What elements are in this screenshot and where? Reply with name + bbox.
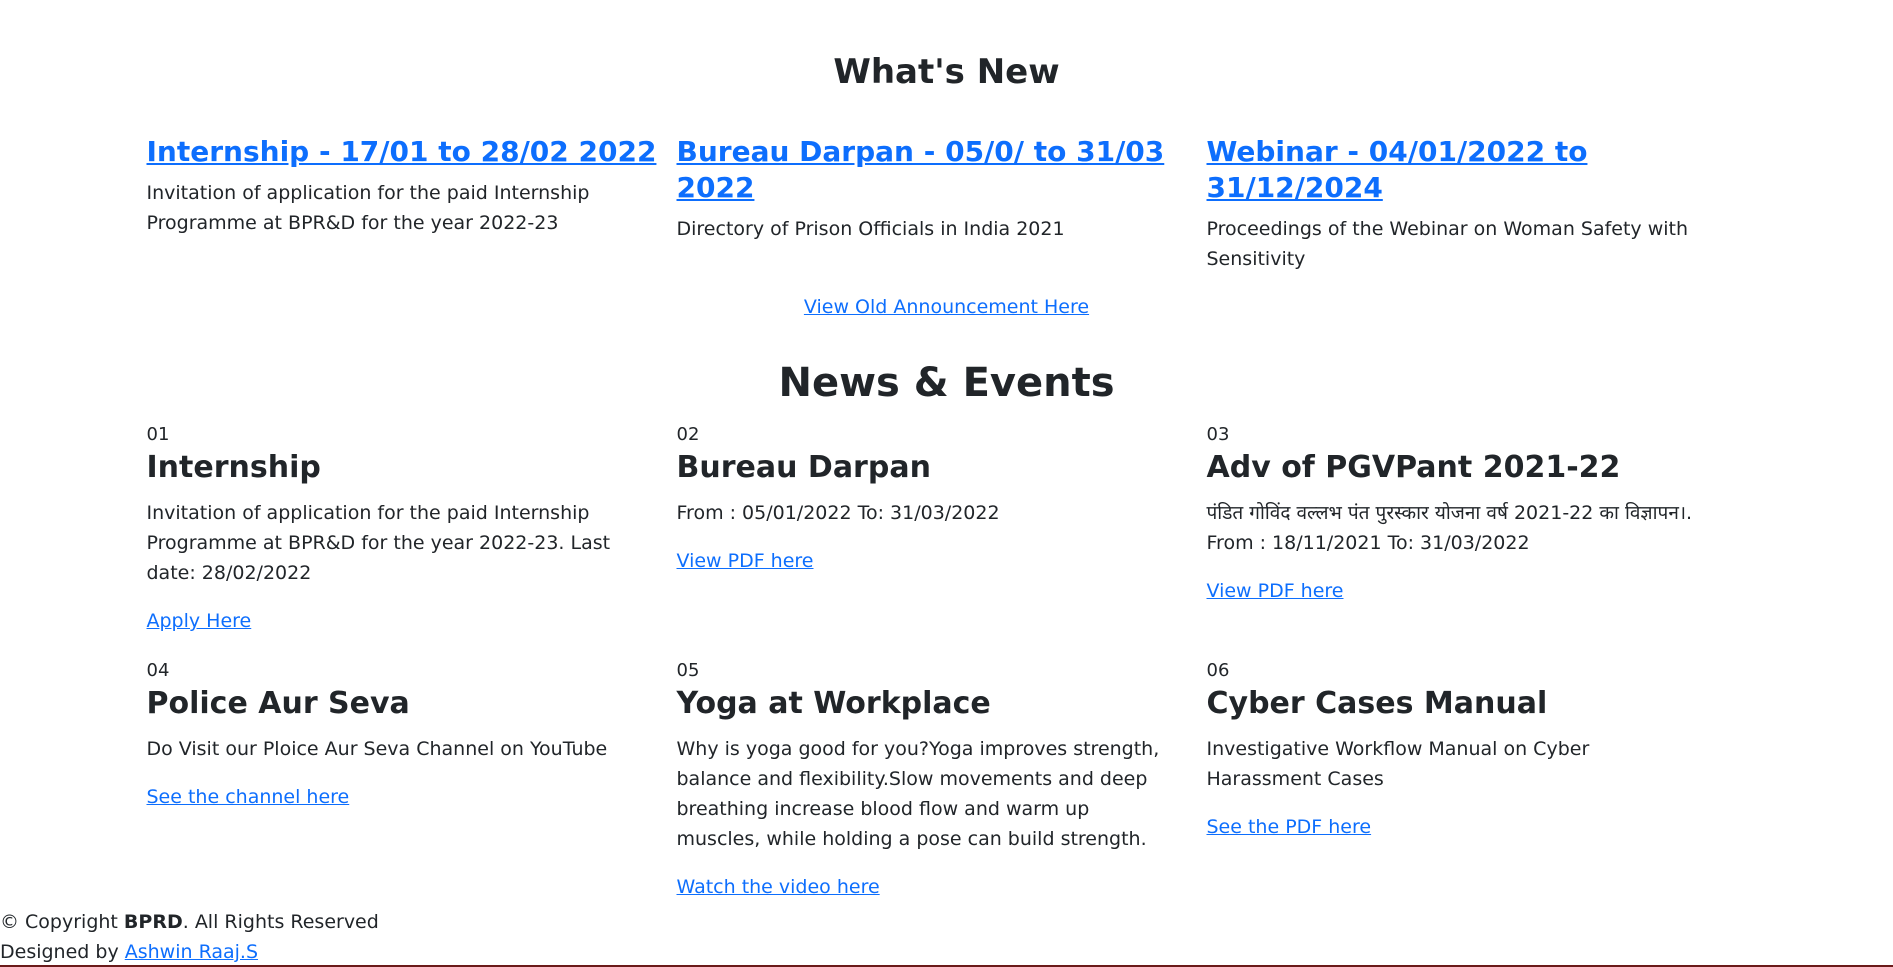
designer-link[interactable]: Ashwin Raaj.S: [125, 941, 258, 963]
whats-new-title: What's New: [833, 52, 1060, 92]
copyright-prefix: © Copyright: [0, 911, 124, 933]
copyright-line: © Copyright BPRD. All Rights Reserved: [0, 907, 379, 937]
view-pdf-link-bureau-darpan[interactable]: View PDF here: [677, 550, 814, 572]
apply-here-link[interactable]: Apply Here: [147, 610, 252, 632]
copyright-suffix: . All Rights Reserved: [182, 911, 379, 933]
site-footer: © Copyright BPRD. All Rights Reserved De…: [0, 907, 379, 967]
whats-new-item-webinar: Webinar - 04/01/2022 to 31/12/2024 Proce…: [1207, 134, 1737, 274]
whats-new-link-internship[interactable]: Internship - 17/01 to 28/02 2022: [147, 135, 657, 168]
whats-new-section: What's New Internship - 17/01 to 28/02 2…: [147, 0, 1747, 322]
news-events-grid: 01 Internship Invitation of application …: [147, 422, 1747, 924]
news-item-title: Cyber Cases Manual: [1206, 686, 1548, 721]
news-item-title: Police Aur Seva: [146, 686, 410, 721]
news-item-text: Investigative Workflow Manual on Cyber H…: [1206, 738, 1590, 790]
view-pdf-link-pgvpant[interactable]: View PDF here: [1207, 580, 1344, 602]
news-item-text: From : 05/01/2022 To: 31/03/2022: [676, 502, 1000, 524]
whats-new-description: Invitation of application for the paid I…: [146, 182, 590, 234]
whats-new-heading: Internship - 17/01 to 28/02 2022: [147, 134, 677, 170]
watch-video-link[interactable]: Watch the video here: [677, 876, 880, 898]
news-item-text: Do Visit our Ploice Aur Seva Channel on …: [146, 738, 608, 760]
main-container: What's New Internship - 17/01 to 28/02 2…: [147, 0, 1747, 924]
news-item-text: पंडित गोविंद वल्लभ पंत पुरस्कार योजना वर…: [1206, 502, 1693, 554]
see-channel-link[interactable]: See the channel here: [147, 786, 350, 808]
news-item-pgvpant: 03 Adv of PGVPant 2021-22 पंडित गोविंद व…: [1207, 422, 1737, 636]
whats-new-item-bureau-darpan: Bureau Darpan - 05/0/ to 31/03 2022 Dire…: [677, 134, 1207, 274]
whats-new-row: Internship - 17/01 to 28/02 2022 Invitat…: [147, 134, 1747, 274]
view-old-announcement-link[interactable]: View Old Announcement Here: [804, 296, 1089, 318]
news-item-title: Adv of PGVPant 2021-22: [1206, 450, 1621, 485]
whats-new-description: Proceedings of the Webinar on Woman Safe…: [1206, 218, 1689, 270]
news-item-title: Yoga at Workplace: [676, 686, 991, 721]
designed-by-label: Designed by: [0, 941, 125, 963]
news-item-number: 05: [676, 660, 700, 681]
news-item-number: 03: [1206, 424, 1230, 445]
news-item-number: 04: [146, 660, 170, 681]
whats-new-heading: Bureau Darpan - 05/0/ to 31/03 2022: [677, 134, 1207, 206]
whats-new-description: Directory of Prison Officials in India 2…: [676, 218, 1065, 240]
whats-new-item-internship: Internship - 17/01 to 28/02 2022 Invitat…: [147, 134, 677, 274]
news-item-cyber-cases: 06 Cyber Cases Manual Investigative Work…: [1207, 658, 1737, 902]
news-item-number: 06: [1206, 660, 1230, 681]
news-item-number: 02: [676, 424, 700, 445]
news-events-title: News & Events: [778, 360, 1115, 406]
news-item-text: Invitation of application for the paid I…: [146, 502, 611, 584]
news-item-yoga: 05 Yoga at Workplace Why is yoga good fo…: [677, 658, 1207, 902]
news-item-number: 01: [146, 424, 170, 445]
copyright-brand: BPRD: [123, 911, 183, 933]
news-item-police-aur-seva: 04 Police Aur Seva Do Visit our Ploice A…: [147, 658, 677, 902]
see-pdf-link-cyber[interactable]: See the PDF here: [1207, 816, 1372, 838]
news-item-internship: 01 Internship Invitation of application …: [147, 422, 677, 636]
news-item-title: Internship: [146, 450, 321, 485]
news-events-section: News & Events 01 Internship Invitation o…: [147, 358, 1747, 924]
whats-new-link-webinar[interactable]: Webinar - 04/01/2022 to 31/12/2024: [1207, 135, 1588, 204]
whats-new-link-bureau-darpan[interactable]: Bureau Darpan - 05/0/ to 31/03 2022: [677, 135, 1165, 204]
news-item-title: Bureau Darpan: [676, 450, 931, 485]
news-item-text: Why is yoga good for you?Yoga improves s…: [676, 738, 1160, 850]
designed-by-line: Designed by Ashwin Raaj.S: [0, 937, 379, 967]
news-item-bureau-darpan: 02 Bureau Darpan From : 05/01/2022 To: 3…: [677, 422, 1207, 636]
old-announcement-wrap: View Old Announcement Here: [147, 292, 1747, 322]
whats-new-heading: Webinar - 04/01/2022 to 31/12/2024: [1207, 134, 1737, 206]
